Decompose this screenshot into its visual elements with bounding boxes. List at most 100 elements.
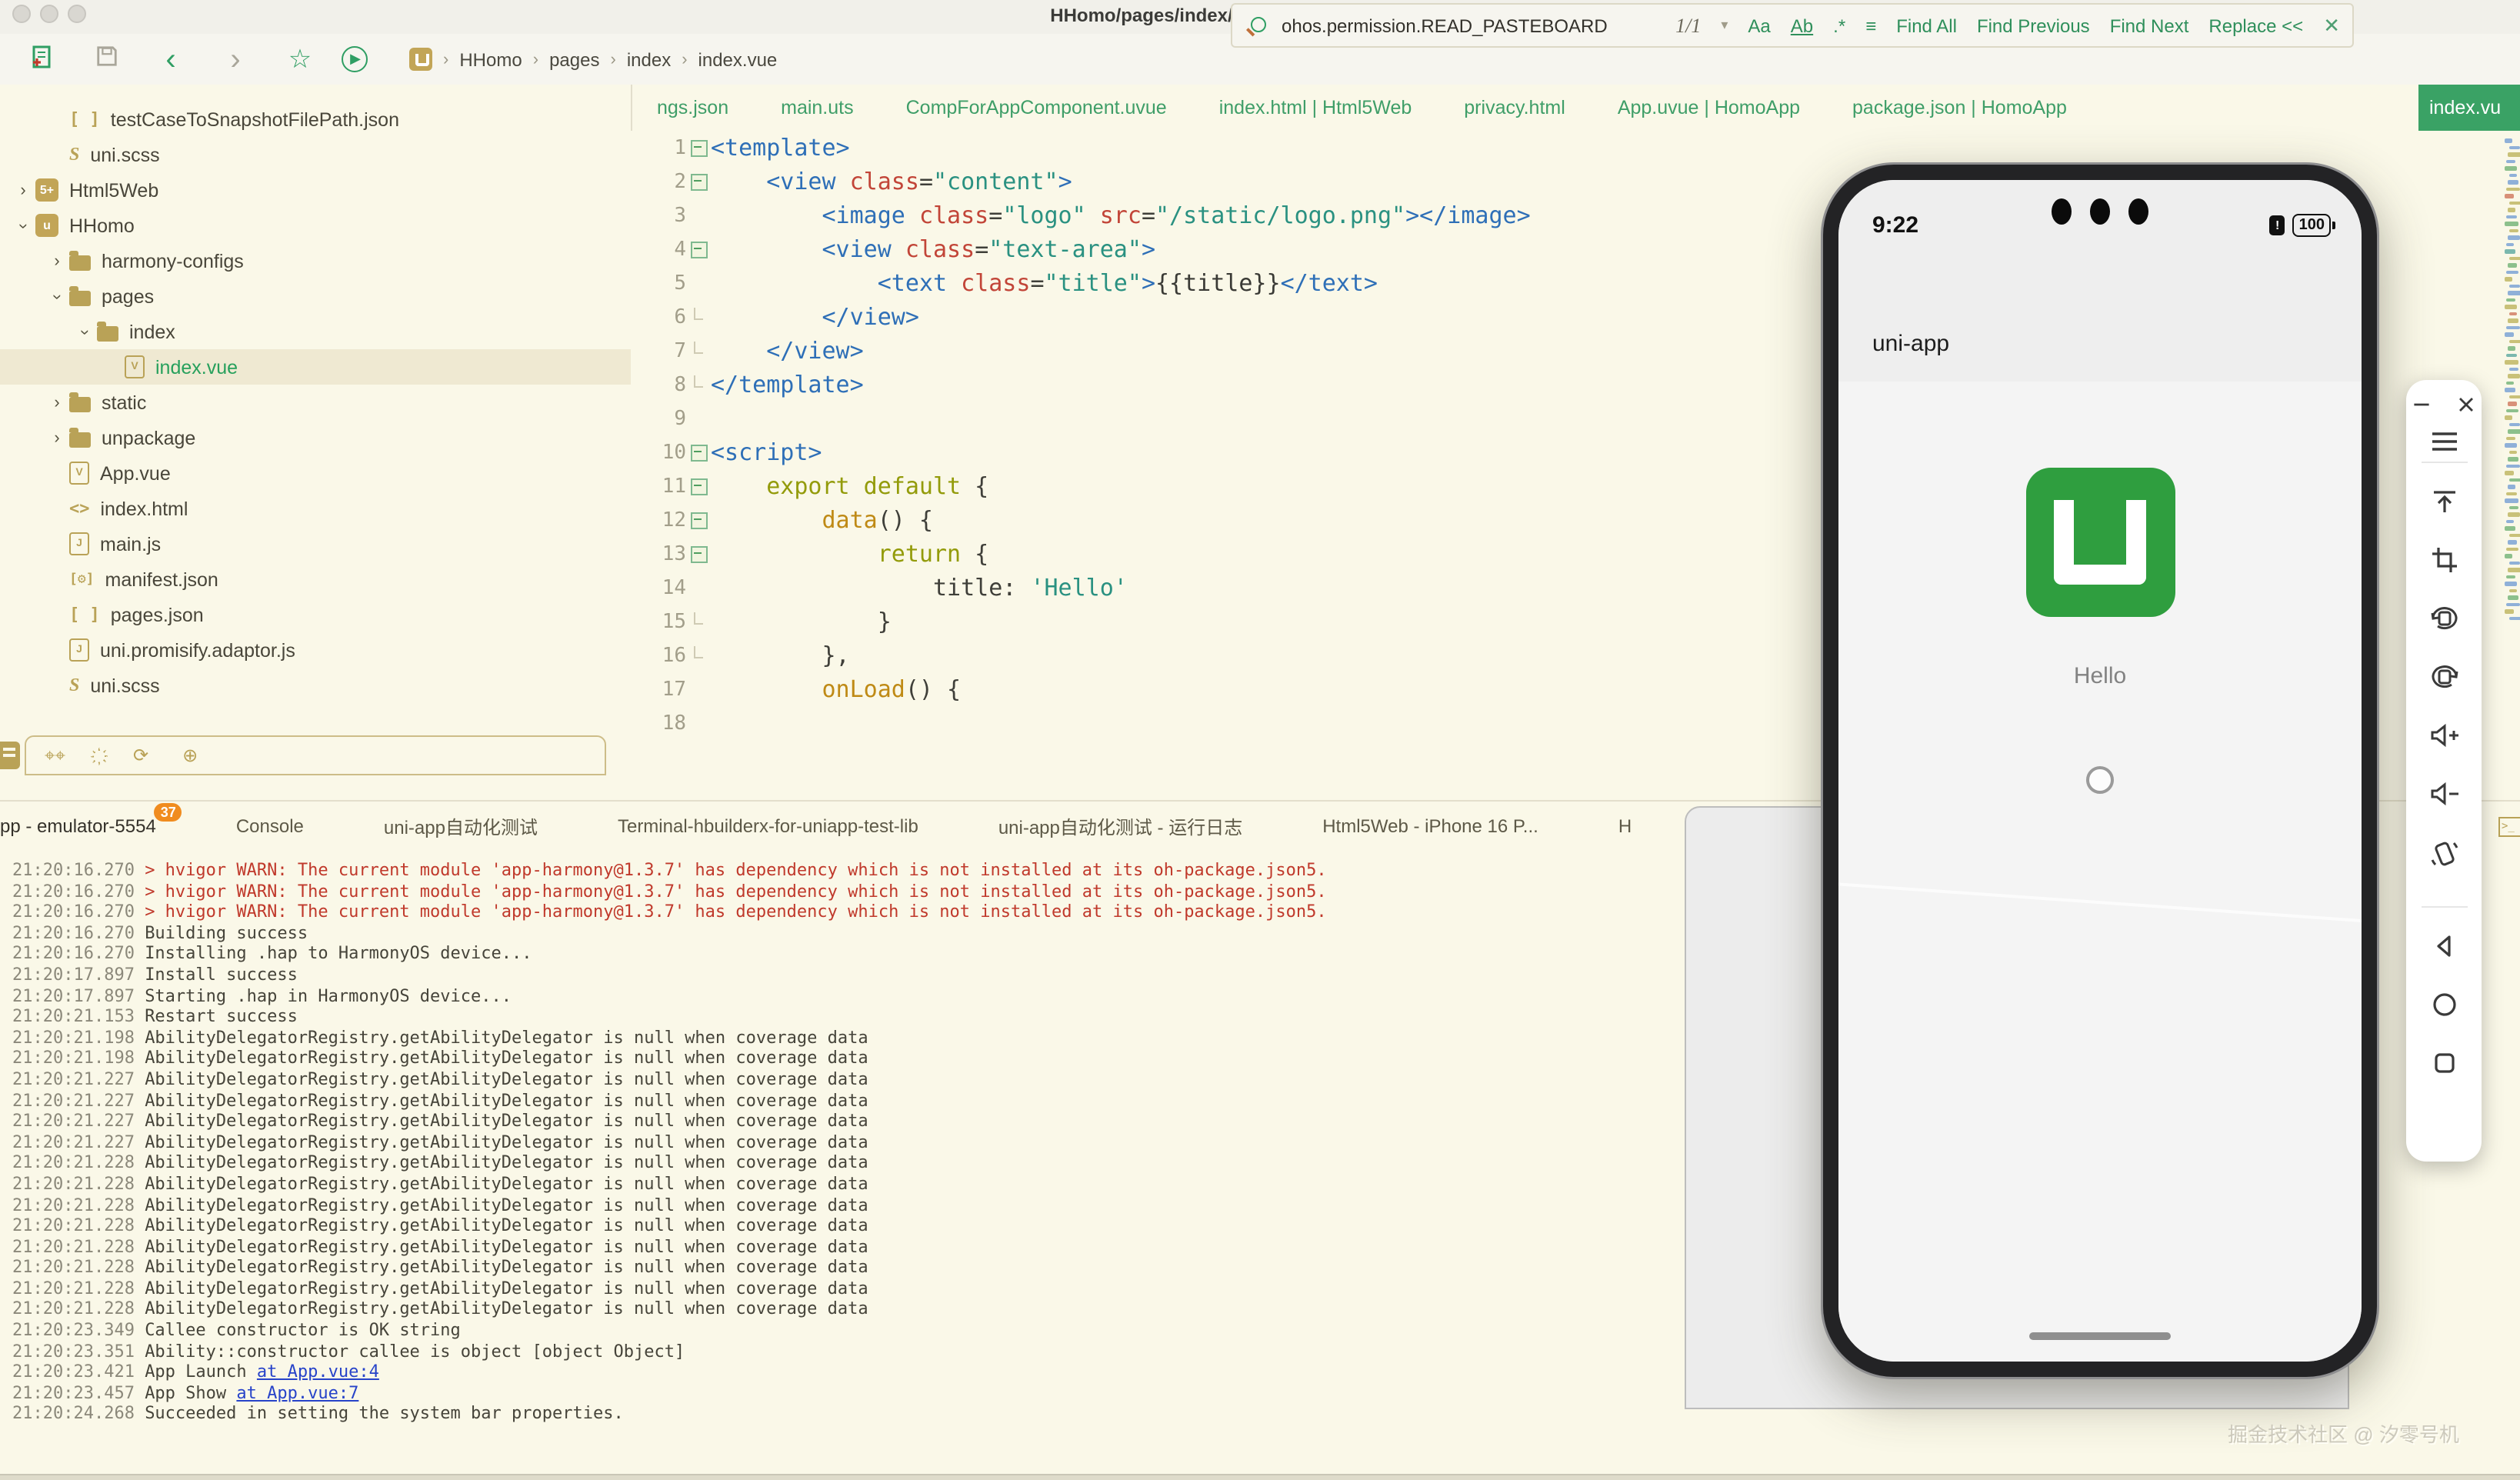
log-source-link[interactable]: at App.vue:7 xyxy=(236,1383,358,1403)
close-window-icon[interactable] xyxy=(12,5,31,23)
chevron-right-icon[interactable]: › xyxy=(15,181,31,199)
breadcrumb-item[interactable]: pages xyxy=(549,48,599,70)
navigate-back-icon[interactable]: ‹ xyxy=(148,48,194,70)
minimize-window-icon[interactable] xyxy=(40,5,58,23)
breadcrumb-item[interactable]: index.vue xyxy=(698,48,778,70)
find-previous-button[interactable]: Find Previous xyxy=(1977,15,2090,36)
editor-tab[interactable]: ngs.json xyxy=(631,85,755,131)
close-find-icon[interactable]: ✕ xyxy=(2323,13,2340,38)
zoom-window-icon[interactable] xyxy=(68,5,86,23)
log-timestamp: 21:20:16.270 xyxy=(12,923,145,943)
save-icon[interactable] xyxy=(83,45,129,74)
find-all-button[interactable]: Find All xyxy=(1896,15,1957,36)
fold-gutter xyxy=(686,382,711,388)
chevron-down-icon[interactable]: › xyxy=(14,218,32,233)
regex-toggle[interactable]: .* xyxy=(1833,15,1845,36)
chevron-down-icon[interactable]: › xyxy=(48,288,66,304)
phone-screen[interactable]: 9:22 ! 100 uni-app Hello xyxy=(1838,180,2362,1362)
fold-collapse-icon[interactable] xyxy=(686,545,711,562)
navigate-forward-icon[interactable]: › xyxy=(212,48,258,70)
tree-item-uni-scss[interactable]: Suni.scss xyxy=(0,668,631,703)
new-file-icon[interactable] xyxy=(18,44,65,75)
emulator-close-icon[interactable] xyxy=(2454,392,2478,417)
emulator-menu-icon[interactable] xyxy=(2428,429,2459,454)
list-results-icon[interactable]: ≡ xyxy=(1865,15,1876,36)
editor-tab[interactable]: package.json | HomoApp xyxy=(1826,85,2093,131)
log-source-link[interactable]: at App.vue:4 xyxy=(257,1362,379,1382)
tree-item-index[interactable]: ›index xyxy=(0,314,631,349)
chevron-right-icon[interactable]: › xyxy=(49,252,65,270)
editor-tab[interactable]: privacy.html xyxy=(1438,85,1592,131)
search-input[interactable]: ohos.permission.READ_PASTEBOARD xyxy=(1282,15,1608,36)
editor-tab[interactable]: index.html | Html5Web xyxy=(1193,85,1438,131)
emulator-top-icon[interactable] xyxy=(2428,486,2459,517)
emulator-screenshot-crop-icon[interactable] xyxy=(2428,545,2459,575)
binoculars-icon[interactable]: ⌖⌖ xyxy=(45,744,65,767)
console-tab[interactable]: uni-app自动化测试 xyxy=(384,813,538,839)
minimap-mark xyxy=(2506,464,2520,468)
fold-collapse-icon[interactable] xyxy=(686,139,711,156)
fold-collapse-icon[interactable] xyxy=(686,478,711,495)
tree-item-main-js[interactable]: Jmain.js xyxy=(0,526,631,562)
android-recents-icon[interactable] xyxy=(2428,1048,2459,1078)
console-tab[interactable]: uni-app自动化测试 - 运行日志 xyxy=(998,813,1242,839)
tree-item-unpackage[interactable]: ›unpackage xyxy=(0,420,631,455)
breadcrumb-item[interactable]: HHomo xyxy=(459,48,522,70)
volume-up-icon[interactable] xyxy=(2427,720,2461,751)
tree-item-app-vue[interactable]: VApp.vue xyxy=(0,455,631,491)
tree-item-index-html[interactable]: <>index.html xyxy=(0,491,631,526)
tree-item-pages[interactable]: ›pages xyxy=(0,278,631,314)
tree-item-index-vue[interactable]: Vindex.vue xyxy=(0,349,631,385)
publish-icon[interactable]: ⟳ xyxy=(133,745,148,766)
chevron-down-icon[interactable]: ▾ xyxy=(1721,17,1728,34)
terminal-icon[interactable]: >_ xyxy=(2498,817,2520,837)
tree-item-manifest-json[interactable]: [⚙]manifest.json xyxy=(0,562,631,597)
replace-toggle-button[interactable]: Replace << xyxy=(2208,15,2303,36)
breadcrumb-separator-icon: › xyxy=(682,50,687,68)
chevron-right-icon[interactable]: › xyxy=(49,393,65,412)
editor-minimap[interactable] xyxy=(2505,138,2520,623)
match-case-toggle[interactable]: Aa xyxy=(1748,15,1770,36)
emulator-minimize-icon[interactable] xyxy=(2409,392,2434,417)
tree-item-html5web[interactable]: ›5+Html5Web xyxy=(0,172,631,208)
rotate-right-icon[interactable] xyxy=(2427,662,2461,692)
console-tab[interactable]: Html5Web - iPhone 16 P... xyxy=(1322,815,1538,837)
chevron-down-icon[interactable]: › xyxy=(75,324,94,339)
tree-item-harmony-configs[interactable]: ›harmony-configs xyxy=(0,243,631,278)
fold-end-mark xyxy=(694,342,703,354)
tree-item-static[interactable]: ›static xyxy=(0,385,631,420)
breadcrumb-item[interactable]: index xyxy=(627,48,671,70)
rotate-left-icon[interactable] xyxy=(2427,603,2461,634)
volume-down-icon[interactable] xyxy=(2427,778,2461,809)
editor-tab[interactable]: index.vu xyxy=(2418,85,2520,131)
fold-collapse-icon[interactable] xyxy=(686,173,711,190)
tree-item-uni-scss[interactable]: Suni.scss xyxy=(0,137,631,172)
whole-word-toggle[interactable]: Ab xyxy=(1791,15,1813,36)
console-tab[interactable]: Terminal-hbuilderx-for-uniapp-test-lib xyxy=(618,815,918,837)
log-timestamp: 21:20:21.228 xyxy=(12,1258,145,1278)
shake-device-icon[interactable] xyxy=(2427,837,2461,871)
fold-collapse-icon[interactable] xyxy=(686,512,711,528)
web-icon[interactable]: ⊕ xyxy=(182,745,198,766)
tree-item-testcasetosnapshotfilepath-json[interactable]: [ ]testCaseToSnapshotFilePath.json xyxy=(0,102,631,137)
android-back-icon[interactable] xyxy=(2428,931,2459,962)
console-tab[interactable]: Console xyxy=(236,815,304,837)
find-next-button[interactable]: Find Next xyxy=(2110,15,2189,36)
code-line[interactable]: 1<template> xyxy=(631,131,2520,165)
editor-tab[interactable]: CompForAppComponent.uvue xyxy=(880,85,1193,131)
editor-tab[interactable]: main.uts xyxy=(755,85,880,131)
run-icon[interactable]: ▶ xyxy=(342,46,388,72)
file-explorer-view-icon[interactable] xyxy=(0,742,20,769)
tree-item-hhomo[interactable]: ›uHHomo xyxy=(0,208,631,243)
console-tab[interactable]: App - emulator-555437 xyxy=(0,815,156,837)
app-nav-bar: uni-app xyxy=(1838,260,2362,389)
editor-tab[interactable]: App.uvue | HomoApp xyxy=(1592,85,1826,131)
tree-item-uni-promisify-adaptor-js[interactable]: Juni.promisify.adaptor.js xyxy=(0,632,631,668)
fold-collapse-icon[interactable] xyxy=(686,444,711,461)
console-tab[interactable]: H xyxy=(1618,815,1632,837)
star-icon[interactable]: ☆ xyxy=(277,44,323,75)
android-home-icon[interactable] xyxy=(2428,989,2459,1020)
tree-item-pages-json[interactable]: [ ]pages.json xyxy=(0,597,631,632)
fold-collapse-icon[interactable] xyxy=(686,241,711,258)
chevron-right-icon[interactable]: › xyxy=(49,428,65,447)
